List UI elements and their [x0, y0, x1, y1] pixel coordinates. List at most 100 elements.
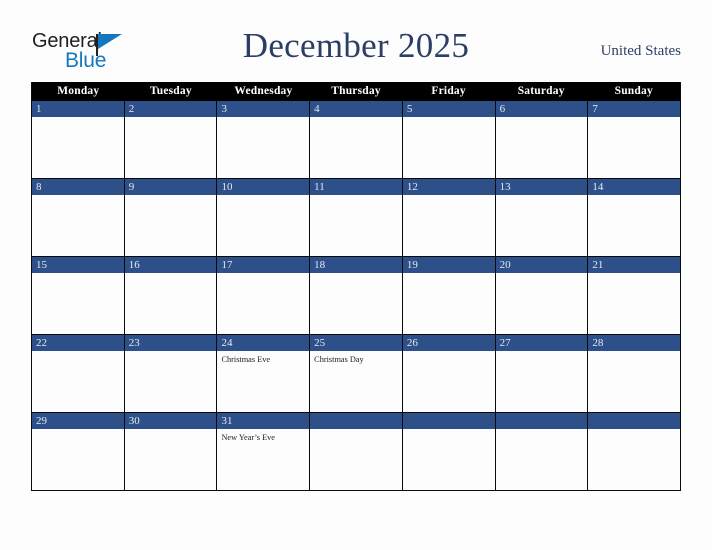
day-events	[125, 195, 217, 198]
calendar-day-cell[interactable]: 7	[587, 101, 681, 178]
calendar-header: General Blue December 2025 United States	[31, 26, 681, 76]
day-number: 31	[221, 415, 233, 427]
day-number: 28	[592, 337, 604, 349]
day-number: 1	[36, 103, 42, 115]
weekday-header-sunday: Sunday	[614, 85, 653, 97]
weekday-header-row: Monday Tuesday Wednesday Thursday Friday…	[32, 82, 680, 101]
day-number-band: 23	[124, 335, 217, 351]
calendar-day-cell[interactable]: 29	[32, 413, 124, 490]
day-number-band: 11	[310, 179, 402, 195]
calendar-day-cell[interactable]: 30	[123, 413, 217, 490]
calendar-day-cell[interactable]: 8	[32, 179, 124, 256]
day-number: 14	[592, 181, 604, 193]
day-events	[496, 195, 588, 198]
day-events	[496, 117, 588, 120]
day-number: 8	[36, 181, 42, 193]
day-number: 18	[314, 259, 326, 271]
day-events	[310, 195, 402, 198]
day-number-band: 22	[32, 335, 124, 351]
calendar-day-cell[interactable]: 16	[123, 257, 217, 334]
day-events	[125, 429, 217, 432]
calendar-day-cell[interactable]: 21	[587, 257, 681, 334]
day-number: 30	[128, 415, 140, 427]
day-events	[496, 429, 588, 432]
calendar-day-cell[interactable]: 10	[216, 179, 310, 256]
day-events	[125, 273, 217, 276]
day-events	[32, 117, 124, 120]
calendar-day-cell[interactable]: 5	[401, 101, 495, 178]
calendar-day-cell-empty[interactable]	[401, 413, 495, 490]
calendar-day-cell[interactable]: 14	[587, 179, 681, 256]
day-number-band: 10	[217, 179, 310, 195]
day-number: 24	[221, 337, 233, 349]
day-number-band: 17	[217, 257, 310, 273]
calendar-day-cell[interactable]: 24 Christmas Eve	[216, 335, 310, 412]
day-number: 13	[499, 181, 511, 193]
calendar-day-cell[interactable]: 17	[216, 257, 310, 334]
day-number-band: 15	[32, 257, 124, 273]
calendar-day-cell[interactable]: 18	[309, 257, 402, 334]
day-number-band: 24	[217, 335, 310, 351]
calendar-day-cell[interactable]: 13	[494, 179, 588, 256]
day-number-band: 28	[588, 335, 681, 351]
weekday-header-wednesday: Wednesday	[234, 85, 293, 97]
day-number-band: 21	[588, 257, 681, 273]
calendar-day-cell[interactable]: 4	[309, 101, 402, 178]
calendar-day-cell[interactable]: 20	[494, 257, 588, 334]
day-number-band: 5	[402, 101, 495, 117]
day-number: 5	[406, 103, 413, 115]
day-number: 12	[406, 181, 418, 193]
day-events	[125, 117, 217, 120]
day-events	[496, 273, 588, 276]
day-number-band: 7	[588, 101, 681, 117]
day-number: 9	[128, 181, 135, 193]
calendar-day-cell[interactable]: 15	[32, 257, 124, 334]
calendar-week-row: 8 9 10 11 12 13 14	[32, 178, 681, 256]
calendar-day-cell[interactable]: 22	[32, 335, 124, 412]
calendar-page: General Blue December 2025 United States…	[0, 0, 712, 550]
day-number-band: 26	[402, 335, 495, 351]
day-events	[310, 273, 402, 276]
day-number-band: 19	[402, 257, 495, 273]
calendar-day-cell[interactable]: 3	[216, 101, 310, 178]
calendar-day-cell[interactable]: 27	[494, 335, 588, 412]
calendar-day-cell[interactable]: 23	[123, 335, 217, 412]
day-number-band: 8	[32, 179, 124, 195]
calendar-day-cell[interactable]: 28	[587, 335, 681, 412]
calendar-day-cell[interactable]: 11	[309, 179, 402, 256]
day-number-band: 13	[495, 179, 588, 195]
day-events	[32, 195, 124, 198]
calendar-day-cell[interactable]: 25 Christmas Day	[309, 335, 402, 412]
day-number: 7	[592, 103, 598, 115]
day-events: Christmas Day	[310, 351, 402, 365]
day-number: 15	[36, 259, 47, 271]
day-number: 16	[128, 259, 140, 271]
calendar-day-cell[interactable]: 31 New Year’s Eve	[216, 413, 310, 490]
holiday-label: Christmas Day	[314, 355, 364, 364]
day-events	[32, 273, 124, 276]
day-number: 17	[221, 259, 233, 271]
day-number: 10	[221, 181, 233, 193]
calendar-day-cell-empty[interactable]	[587, 413, 681, 490]
day-number: 26	[406, 337, 418, 349]
calendar-day-cell[interactable]: 2	[123, 101, 217, 178]
calendar-day-cell[interactable]: 6	[494, 101, 588, 178]
day-number-band: 30	[124, 413, 217, 429]
calendar-day-cell[interactable]: 26	[401, 335, 495, 412]
day-events	[496, 351, 588, 354]
weekday-header-monday: Monday	[57, 85, 100, 97]
day-number-band: 29	[32, 413, 124, 429]
day-number-band: 9	[124, 179, 217, 195]
day-number-band: 1	[32, 101, 124, 117]
calendar-day-cell[interactable]: 9	[123, 179, 217, 256]
calendar-day-cell[interactable]: 12	[401, 179, 495, 256]
calendar-day-cell-empty[interactable]	[309, 413, 402, 490]
day-events	[403, 429, 495, 432]
calendar-day-cell[interactable]: 19	[401, 257, 495, 334]
calendar-day-cell[interactable]: 1	[32, 101, 124, 178]
calendar-day-cell-empty[interactable]	[494, 413, 588, 490]
day-number-band: 25	[310, 335, 402, 351]
day-number-band: 3	[217, 101, 310, 117]
day-number-band: 27	[495, 335, 588, 351]
day-number: 20	[499, 259, 511, 271]
